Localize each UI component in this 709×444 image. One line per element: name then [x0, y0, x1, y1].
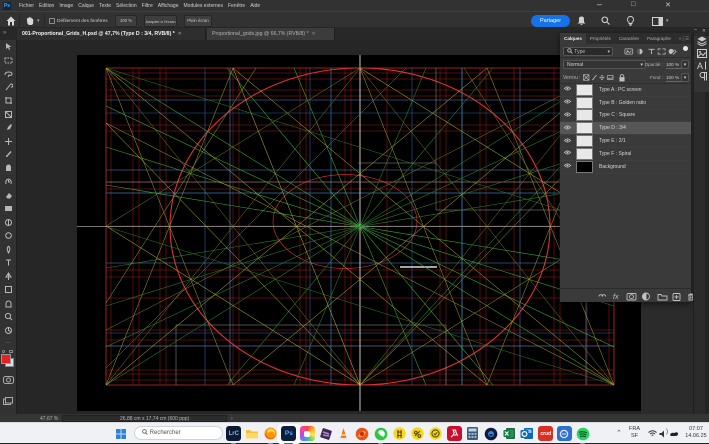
svg-text:A: A [697, 61, 703, 70]
svg-text:fx: fx [613, 294, 619, 301]
